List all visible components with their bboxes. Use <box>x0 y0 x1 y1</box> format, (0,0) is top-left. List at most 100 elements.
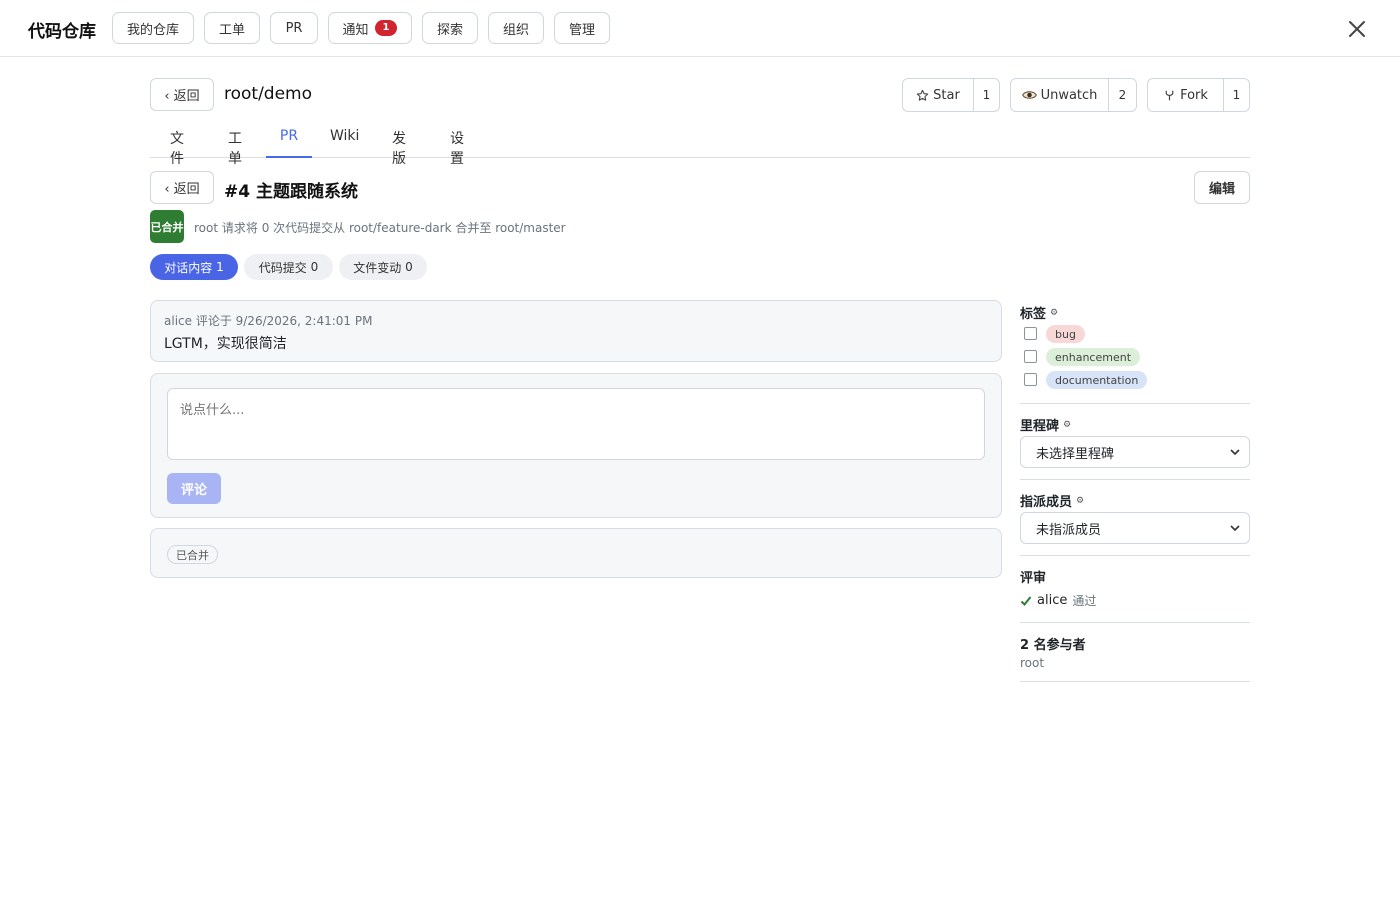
nav-item-label: 组织 <box>502 22 529 38</box>
divider <box>1020 555 1250 556</box>
fork-icon <box>1165 90 1174 100</box>
fork-button-group[interactable]: Fork 1 <box>1147 78 1250 112</box>
merge-state-card: 已合并 <box>150 528 1002 578</box>
comment-body: LGTM，实现很简洁 <box>164 336 287 352</box>
nav-item-label: 管理 <box>568 22 595 38</box>
star-count[interactable]: 1 <box>974 79 999 111</box>
reviewer-name[interactable]: alice <box>1037 593 1067 608</box>
back-label: ‹ 返回 <box>164 182 200 197</box>
labels-heading[interactable]: 标签 ⚙ <box>1020 303 1058 322</box>
pr-status-badge: 已合并 <box>150 210 184 243</box>
tab-settings[interactable]: 设置 <box>444 128 470 167</box>
reviews-title: 评审 <box>1020 571 1047 586</box>
participants-title: 2 名参与者 <box>1020 638 1086 653</box>
pr-tab-files[interactable]: 文件变动 0 <box>339 254 427 280</box>
repo-tabs: 文件 工单 PR Wiki 发版 设置 <box>150 120 1250 167</box>
divider <box>1020 681 1250 682</box>
comment-input[interactable] <box>167 388 985 460</box>
tab-issues[interactable]: 工单 <box>222 128 248 167</box>
unwatch-label: Unwatch <box>1040 87 1098 103</box>
nav-item-label: 我的仓库 <box>126 22 179 38</box>
repo-name: root/demo <box>224 84 313 104</box>
chevron-down-icon <box>1230 525 1240 532</box>
notification-count-badge: 1 <box>374 20 398 36</box>
gear-icon[interactable]: ⚙ <box>1076 496 1084 506</box>
label-bug[interactable]: bug <box>1046 325 1085 343</box>
watch-count[interactable]: 2 <box>1109 79 1136 111</box>
star-button[interactable]: Star <box>903 79 974 111</box>
nav-my-repos-button[interactable]: 我的仓库 <box>112 12 194 44</box>
nav-item-label: 工单 <box>218 22 245 38</box>
participant-list[interactable]: root <box>1020 656 1044 670</box>
nav-admin-button[interactable]: 管理 <box>554 12 610 44</box>
label-checkbox-documentation[interactable] <box>1024 373 1037 386</box>
labels-title: 标签 <box>1020 307 1047 322</box>
app-title: 代码仓库 <box>28 22 96 42</box>
participants-heading: 2 名参与者 <box>1020 634 1086 653</box>
nav-explore-button[interactable]: 探索 <box>422 12 478 44</box>
review-status: 通过 <box>1072 594 1097 608</box>
nav-orgs-button[interactable]: 组织 <box>488 12 544 44</box>
label-documentation[interactable]: documentation <box>1046 371 1148 389</box>
reviews-heading: 评审 <box>1020 567 1046 586</box>
fork-label: Fork <box>1180 87 1208 103</box>
gear-icon[interactable]: ⚙ <box>1050 308 1058 318</box>
milestone-selected: 未选择里程碑 <box>1036 446 1115 462</box>
pr-tab-count: 0 <box>405 260 413 274</box>
tab-pr[interactable]: PR <box>266 128 312 158</box>
pr-back-button[interactable]: ‹ 返回 <box>150 171 214 204</box>
star-icon <box>916 89 929 101</box>
tab-releases[interactable]: 发版 <box>386 128 412 167</box>
tab-wiki[interactable]: Wiki <box>330 128 359 158</box>
pr-tab-label: 对话内容 <box>164 260 213 275</box>
pr-tab-count: 0 <box>310 260 319 274</box>
comment-submit-button[interactable]: 评论 <box>167 473 221 504</box>
check-icon <box>1020 595 1032 606</box>
divider <box>1020 479 1250 480</box>
label-checkbox-bug[interactable] <box>1024 327 1037 340</box>
edit-label: 编辑 <box>1208 182 1235 197</box>
gear-icon[interactable]: ⚙ <box>1063 420 1071 430</box>
label-enhancement[interactable]: enhancement <box>1046 348 1141 366</box>
nav-notifications-button[interactable]: 通知 1 <box>328 12 412 44</box>
chevron-down-icon <box>1230 449 1240 456</box>
pr-meta: root 请求将 0 次代码提交从 root/feature-dark 合并至 … <box>194 221 566 235</box>
back-label: ‹ 返回 <box>164 89 200 104</box>
nav-item-label: 通知 <box>342 22 369 38</box>
divider <box>1020 622 1250 623</box>
assignees-title: 指派成员 <box>1020 495 1073 510</box>
nav-item-label: 探索 <box>436 22 463 38</box>
star-label: Star <box>933 87 960 103</box>
unwatch-button[interactable]: Unwatch <box>1011 79 1109 111</box>
milestone-title: 里程碑 <box>1020 419 1060 434</box>
top-nav: 代码仓库 我的仓库 工单 PR 通知 1 探索 组织 管理 <box>0 0 1400 57</box>
nav-issues-button[interactable]: 工单 <box>204 12 260 44</box>
pr-tab-label: 文件变动 <box>353 260 402 275</box>
nav-pr-button[interactable]: PR <box>270 12 318 44</box>
divider <box>1020 403 1250 404</box>
pr-tab-label: 代码提交 <box>258 260 307 275</box>
pr-tab-conversation[interactable]: 对话内容 1 <box>150 254 238 280</box>
repo-back-button[interactable]: ‹ 返回 <box>150 78 214 111</box>
edit-button[interactable]: 编辑 <box>1194 171 1250 204</box>
comment-meta: alice 评论于 9/26/2026, 2:41:01 PM <box>164 314 373 328</box>
watch-button-group[interactable]: Unwatch 2 <box>1010 78 1137 112</box>
label-checkbox-enhancement[interactable] <box>1024 350 1037 363</box>
fork-button[interactable]: Fork <box>1148 79 1224 111</box>
assignees-heading[interactable]: 指派成员 ⚙ <box>1020 491 1084 510</box>
pr-tab-count: 1 <box>216 260 224 274</box>
assignee-select[interactable]: 未指派成员 <box>1020 512 1250 544</box>
assignee-selected: 未指派成员 <box>1036 522 1102 538</box>
nav-item-label: PR <box>285 20 303 36</box>
comment-card: alice 评论于 9/26/2026, 2:41:01 PM LGTM，实现很… <box>150 300 1002 362</box>
comment-composer: 评论 <box>150 373 1002 518</box>
merged-state-tag: 已合并 <box>167 545 218 564</box>
close-icon[interactable] <box>1344 16 1370 42</box>
milestone-select[interactable]: 未选择里程碑 <box>1020 436 1250 468</box>
star-button-group[interactable]: Star 1 <box>902 78 1000 112</box>
milestone-heading[interactable]: 里程碑 ⚙ <box>1020 415 1071 434</box>
pr-tab-commits[interactable]: 代码提交 0 <box>244 254 333 280</box>
tab-files[interactable]: 文件 <box>164 128 190 167</box>
fork-count[interactable]: 1 <box>1224 79 1249 111</box>
eye-icon <box>1021 91 1037 99</box>
